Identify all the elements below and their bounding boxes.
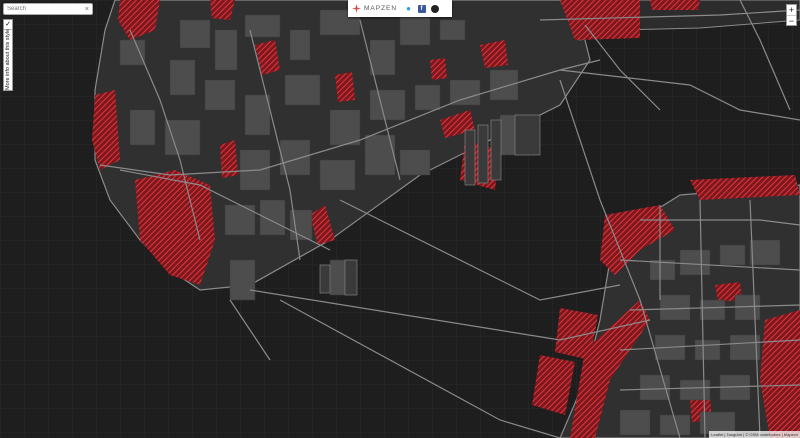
zoom-in-button[interactable]: + — [787, 5, 796, 16]
header-bar: MAPZEN ● f — [348, 0, 452, 17]
github-button[interactable] — [428, 0, 441, 17]
github-icon — [430, 4, 439, 13]
map-canvas[interactable] — [0, 0, 800, 438]
info-label: More info about this style — [5, 28, 11, 90]
twitter-icon: ● — [406, 4, 411, 13]
mapzen-logo[interactable]: MAPZEN — [348, 4, 402, 13]
close-icon[interactable]: × — [85, 6, 89, 13]
twitter-button[interactable]: ● — [402, 0, 415, 17]
search-box[interactable]: × — [3, 3, 93, 15]
search-input[interactable] — [7, 6, 77, 12]
compass-icon — [352, 4, 361, 13]
info-panel-toggle[interactable]: ✓ More info about this style — [3, 19, 13, 91]
zoom-out-button[interactable]: − — [787, 16, 796, 26]
zoom-control: + − — [786, 4, 797, 26]
facebook-button[interactable]: f — [415, 0, 428, 17]
attribution[interactable]: Leaflet | Tangram | © OSM contributors |… — [709, 431, 800, 438]
facebook-icon: f — [417, 4, 426, 13]
brand-name: MAPZEN — [364, 5, 398, 12]
